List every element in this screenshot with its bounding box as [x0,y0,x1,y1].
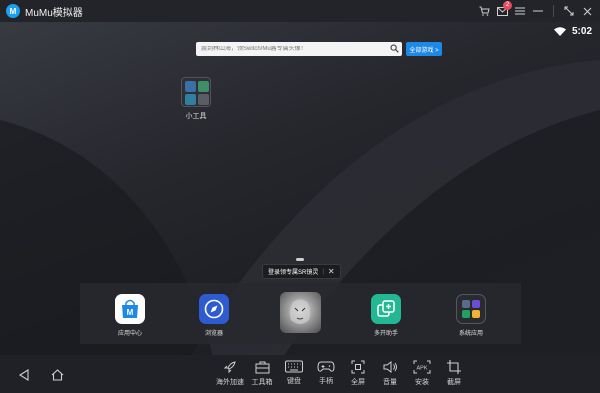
desktop-shortcut-tools[interactable]: 小工具 [181,77,211,121]
emulator-window: M MuMu模拟器 2 5:02 震到林山海，领Switch/Mu酱专属头像！ … [0,0,600,393]
tool-overseas-accel[interactable]: 海外加速 [214,360,246,387]
tooltip-close-icon[interactable]: ✕ [328,267,335,276]
tool-label: 手柄 [319,378,333,385]
tools-folder-icon [181,77,211,107]
back-icon[interactable] [18,368,30,386]
tool-toolbox[interactable]: 工具箱 [246,360,278,387]
multi-instance-icon [371,294,401,324]
tool-keyboard[interactable]: 键盘 [278,360,310,386]
wifi-icon [553,27,566,36]
tool-install-apk[interactable]: APK 安装 [406,360,438,387]
tool-fullscreen[interactable]: 全屏 [342,360,374,387]
keyboard-icon [285,360,303,373]
tool-volume[interactable]: 音量 [374,360,406,387]
bottom-toolbar: 海外加速 工具箱 键盘 手柄 全屏 音量 APK 安装 截屏 [0,355,600,393]
tool-label: 音量 [383,379,397,386]
dock-label: 浏览器 [204,331,223,337]
android-status: 5:02 [553,26,592,37]
tool-label: 截屏 [447,379,461,386]
app-dock: M 应用中心 浏览器 多开助手 系统应用 [80,283,521,344]
dock-label: 多开助手 [373,331,398,337]
apk-install-icon: APK [413,360,431,374]
rocket-icon [223,361,236,374]
dock-item-multi-instance[interactable]: 多开助手 [356,294,416,337]
dock-item-game[interactable] [270,292,330,333]
desktop-shortcut-label: 小工具 [185,113,207,120]
mumu-logo-icon: M [6,4,20,18]
search-icon[interactable] [390,44,399,53]
svg-text:M: M [127,308,134,317]
tool-screenshot[interactable]: 截屏 [438,360,470,387]
all-games-button[interactable]: 全部游戏 > [406,42,442,56]
tool-label: 全屏 [351,379,365,386]
tool-gamepad[interactable]: 手柄 [310,360,342,386]
tooltip-text: 登录领专属SR镜灵 [268,270,319,276]
game-character-icon [279,292,321,333]
dock-item-browser[interactable]: 浏览器 [184,294,244,337]
search-bar[interactable] [196,42,402,56]
dock-label: 应用中心 [117,331,142,337]
logo-letter: M [9,6,17,16]
app-store-icon: M [115,294,145,324]
page-indicator [296,258,304,261]
tool-label: 海外加速 [216,379,244,386]
volume-icon [383,361,397,373]
svg-text:APK: APK [416,366,427,372]
system-apps-icon [456,294,486,324]
mail-icon[interactable]: 2 [493,1,512,20]
app-title: MuMu模拟器 [25,7,83,19]
resize-icon[interactable] [560,2,578,20]
title-bar: M MuMu模拟器 2 [0,0,600,22]
dock-item-system-apps[interactable]: 系统应用 [441,294,501,337]
screenshot-icon [447,360,461,374]
login-tooltip[interactable]: 登录领专属SR镜灵 | ✕ [262,264,341,279]
browser-compass-icon [199,294,229,324]
titlebar-divider [553,5,554,17]
cart-icon[interactable] [475,2,493,20]
search-input[interactable] [196,46,386,52]
tool-label: 工具箱 [251,379,273,386]
status-time: 5:02 [571,26,592,37]
gamepad-icon [317,361,335,372]
dock-label: 系统应用 [458,331,483,337]
close-icon[interactable] [578,2,596,20]
toolbox-icon [255,361,269,374]
fullscreen-icon [351,360,365,374]
home-icon[interactable] [51,368,64,386]
dock-item-app-center[interactable]: M 应用中心 [100,294,160,337]
minimize-icon[interactable] [529,2,547,20]
tool-label: 键盘 [287,378,301,385]
tool-label: 安装 [415,379,429,386]
menu-icon[interactable] [511,2,529,20]
